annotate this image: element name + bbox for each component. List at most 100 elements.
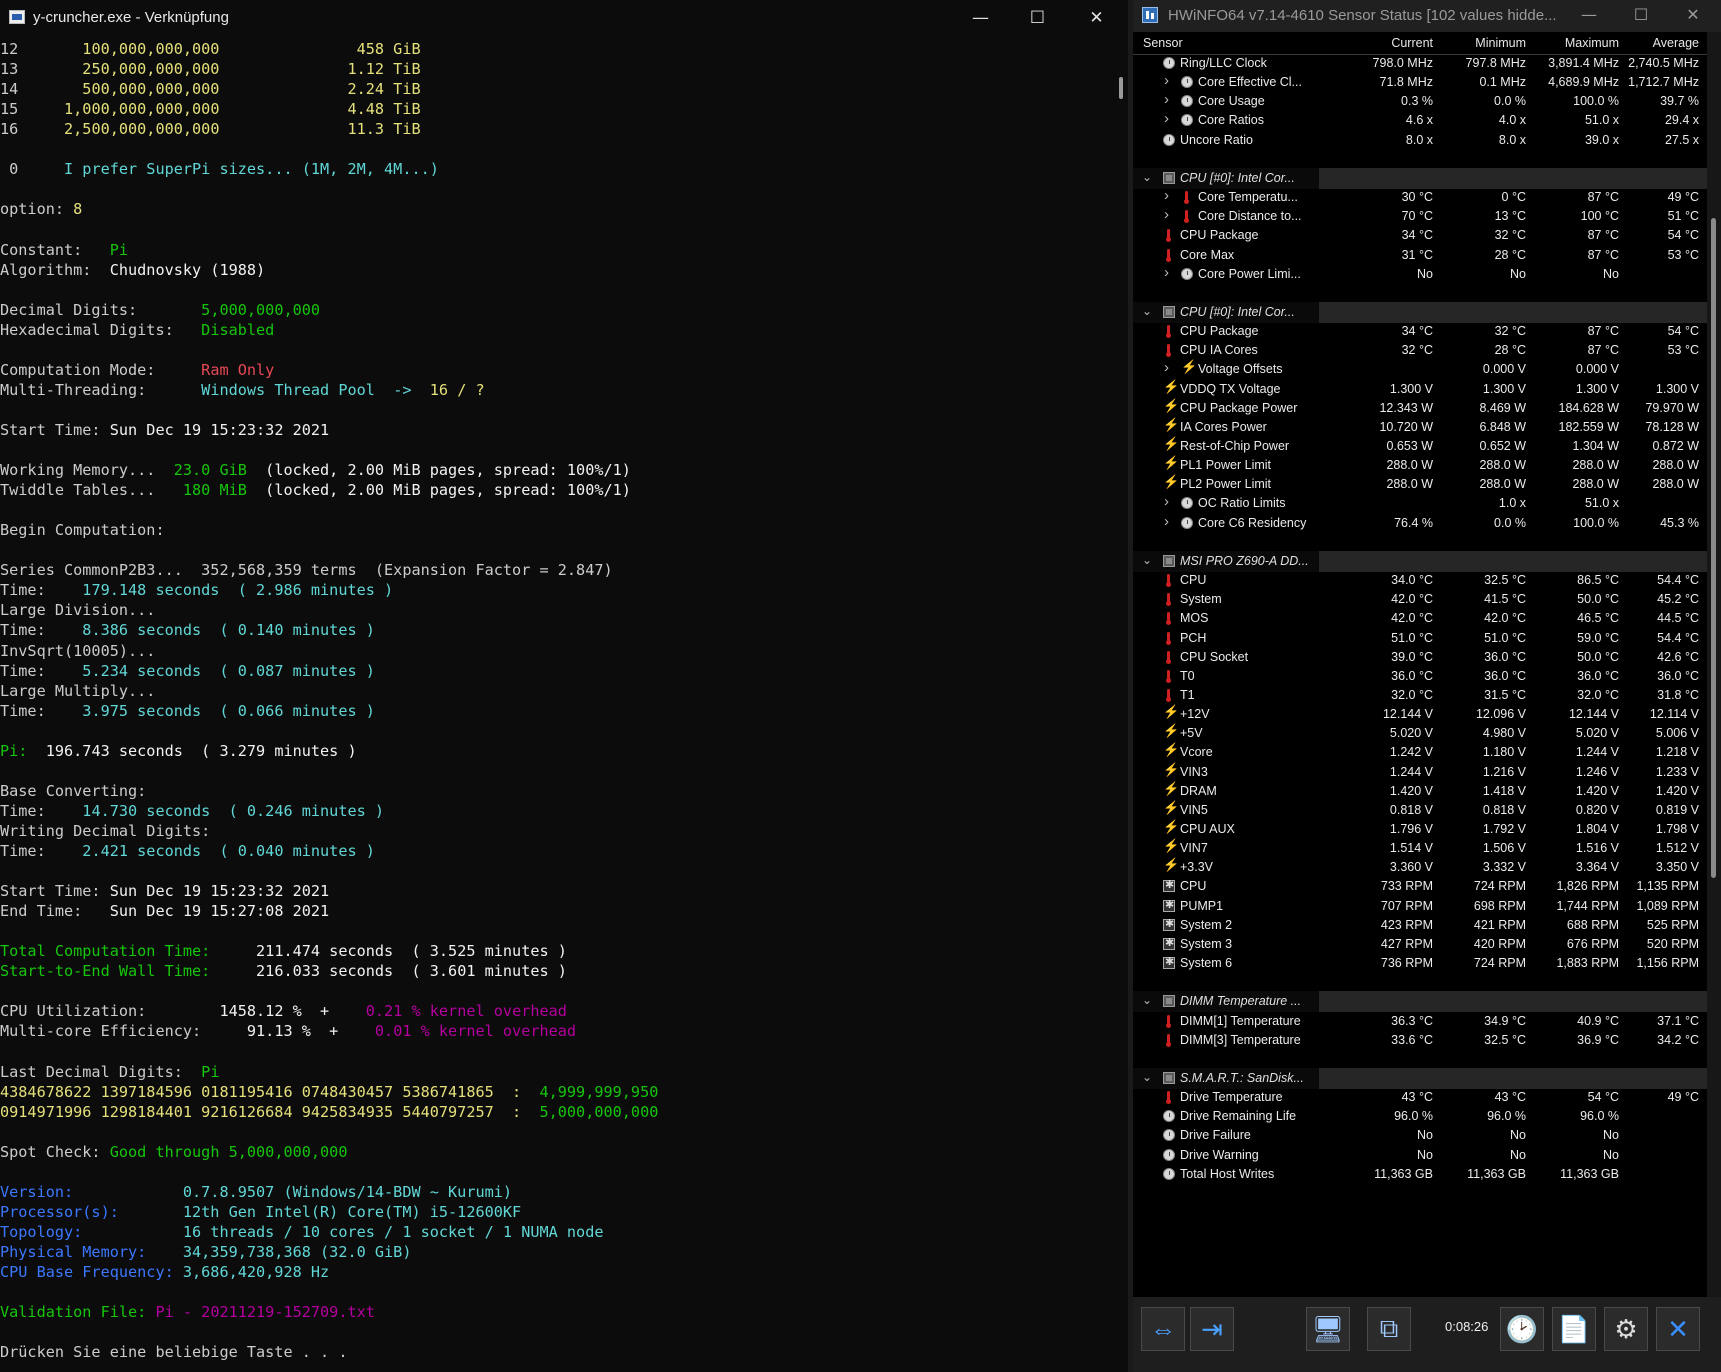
sensor-row[interactable]: › Core Effective Cl... 71.8 MHz 0.1 MHz 4,68… (1133, 72, 1707, 93)
sensor-row[interactable]: CPU IA Cores 32 °C 28 °C 87 °C 53 °C (1133, 340, 1707, 361)
close-sensors-button[interactable]: ✕ (1656, 1307, 1700, 1351)
nav-back-forward-button[interactable]: ⇔ (1141, 1307, 1185, 1351)
value-maximum: 51.0 x (1584, 113, 1619, 128)
expand-chevron-icon[interactable]: › (1164, 493, 1169, 510)
close-button[interactable]: ✕ (1068, 0, 1125, 36)
value-maximum: 87 °C (1587, 343, 1619, 358)
sensor-group-row[interactable]: ⌄ S.M.A.R.T.: SanDisk... (1133, 1067, 1707, 1089)
sensor-group-row[interactable]: ⌄ DIMM Temperature ... (1133, 991, 1707, 1013)
hwinfo-maximize-button[interactable]: ☐ (1615, 0, 1667, 32)
sensor-row[interactable]: › Core Usage 0.3 % 0.0 % 100.0 % 39.7 % (1133, 91, 1707, 112)
collapse-chevron-icon[interactable]: ⌄ (1142, 553, 1152, 567)
sensor-row[interactable]: System 2 423 RPM 421 RPM 688 RPM 525 RPM (1133, 915, 1707, 936)
sensor-row[interactable]: › Core Distance to... 70 °C 13 °C 100 °C 51 °… (1133, 206, 1707, 227)
sensor-row[interactable]: ⚡ VIN7 1.514 V 1.506 V 1.516 V 1.512 V (1133, 838, 1707, 859)
sensor-row[interactable]: System 3 427 RPM 420 RPM 676 RPM 520 RPM (1133, 934, 1707, 955)
sensor-row[interactable]: › Core Ratios 4.6 x 4.0 x 51.0 x 29.4 x (1133, 110, 1707, 131)
expand-chevron-icon[interactable]: › (1164, 72, 1169, 89)
sensor-row[interactable]: › Core C6 Residency 76.4 % 0.0 % 100.0 % 45.3… (1133, 513, 1707, 534)
expand-chevron-icon[interactable]: › (1164, 264, 1169, 281)
sensor-row[interactable]: DIMM[1] Temperature 36.3 °C 34.9 °C 40.9 °C… (1133, 1011, 1707, 1032)
sensor-group-row[interactable]: ⌄ CPU [#0]: Intel Cor... (1133, 301, 1707, 323)
collapse-chevron-icon[interactable]: ⌄ (1142, 1070, 1152, 1084)
sensor-group-row[interactable]: ⌄ CPU [#0]: Intel Cor... (1133, 167, 1707, 189)
expand-chevron-icon[interactable]: › (1164, 206, 1169, 223)
col-maximum[interactable]: Maximum (1533, 36, 1619, 50)
sensor-row[interactable]: DIMM[3] Temperature 33.6 °C 32.5 °C 36.9 °C… (1133, 1030, 1707, 1051)
sensor-row[interactable]: › Core Power Limi... No No No (1133, 264, 1707, 285)
log-file-button[interactable]: 📄 (1552, 1307, 1596, 1351)
hwinfo-scrollbar[interactable] (1707, 32, 1721, 1297)
sensor-row[interactable]: › Core Temperatu... 30 °C 0 °C 87 °C 49 °C (1133, 187, 1707, 208)
hwinfo-close-button[interactable]: ✕ (1667, 0, 1719, 32)
sensor-row[interactable]: Drive Warning No No No (1133, 1145, 1707, 1166)
minimize-button[interactable]: — (952, 0, 1009, 36)
sensor-row[interactable]: Total Host Writes 11,363 GB 11,363 GB 11,36… (1133, 1164, 1707, 1185)
terminal-line: Computation Mode: Ram Only (0, 360, 274, 380)
sensor-row[interactable]: ⚡ DRAM 1.420 V 1.418 V 1.420 V 1.420 V (1133, 781, 1707, 802)
col-sensor[interactable]: Sensor (1143, 36, 1183, 50)
value-minimum: 420 RPM (1473, 936, 1526, 951)
sensor-row[interactable]: System 6 736 RPM 724 RPM 1,883 RPM 1,156 RPM (1133, 953, 1707, 974)
sensor-row[interactable]: ⚡ CPU Package Power 12.343 W 8.469 W 184.628… (1133, 398, 1707, 419)
terminal-output[interactable]: 12 100,000,000,000 458 GiB 13 250,000,000… (0, 37, 1114, 1372)
sensor-group-row[interactable]: ⌄ MSI PRO Z690-A DD... (1133, 550, 1707, 572)
settings-button[interactable]: ⚙ (1604, 1307, 1648, 1351)
sensor-row[interactable]: T1 32.0 °C 31.5 °C 32.0 °C 31.8 °C (1133, 685, 1707, 706)
collapse-chevron-icon[interactable]: ⌄ (1142, 170, 1152, 184)
collapse-chevron-icon[interactable]: ⌄ (1142, 304, 1152, 318)
sensor-row[interactable]: ⚡ PL1 Power Limit 288.0 W 288.0 W 288.0 W 288… (1133, 455, 1707, 476)
collapse-button[interactable]: ⇥ (1190, 1307, 1234, 1351)
sensor-row[interactable]: ⚡ Vcore 1.242 V 1.180 V 1.244 V 1.218 V (1133, 742, 1707, 763)
sensor-row[interactable]: Drive Temperature 43 °C 43 °C 54 °C 49 °C (1133, 1087, 1707, 1108)
sensor-row[interactable]: System 42.0 °C 41.5 °C 50.0 °C 45.2 °C (1133, 589, 1707, 610)
expand-chevron-icon[interactable]: › (1164, 91, 1169, 108)
sensor-row[interactable]: CPU Package 34 °C 32 °C 87 °C 54 °C (1133, 225, 1707, 246)
collapse-chevron-icon[interactable]: ⌄ (1142, 993, 1152, 1007)
sensor-row[interactable]: CPU Socket 39.0 °C 36.0 °C 50.0 °C 42.6 °C (1133, 647, 1707, 668)
maximize-button[interactable]: ☐ (1009, 0, 1066, 36)
terminal-titlebar[interactable]: y-cruncher.exe - Verknüpfung — ☐ ✕ (0, 0, 1128, 37)
hwinfo-titlebar[interactable]: HWiNFO64 v7.14-4610 Sensor Status [102 v… (1133, 0, 1721, 32)
sensor-row[interactable]: CPU 34.0 °C 32.5 °C 86.5 °C 54.4 °C (1133, 570, 1707, 591)
sensor-row[interactable]: Uncore Ratio 8.0 x 8.0 x 39.0 x 27.5 x (1133, 130, 1707, 151)
sensor-row[interactable]: › ⚡ Voltage Offsets 0.000 V 0.000 V (1133, 359, 1707, 380)
sensor-table[interactable]: Sensor Current Minimum Maximum Average R… (1133, 32, 1707, 1297)
sensor-row[interactable]: Drive Failure No No No (1133, 1125, 1707, 1146)
sensor-row[interactable]: ⚡ Rest-of-Chip Power 0.653 W 0.652 W 1.304 W… (1133, 436, 1707, 457)
sensor-row[interactable]: T0 36.0 °C 36.0 °C 36.0 °C 36.0 °C (1133, 666, 1707, 687)
sensor-row[interactable]: ⚡ +5V 5.020 V 4.980 V 5.020 V 5.006 V (1133, 723, 1707, 744)
expand-chevron-icon[interactable]: › (1164, 359, 1169, 376)
sensor-row[interactable]: CPU Package 34 °C 32 °C 87 °C 54 °C (1133, 321, 1707, 342)
expand-chevron-icon[interactable]: › (1164, 513, 1169, 530)
sensor-row[interactable]: ⚡ +12V 12.144 V 12.096 V 12.144 V 12.114 V (1133, 704, 1707, 725)
sensor-row[interactable]: ⚡ CPU AUX 1.796 V 1.792 V 1.804 V 1.798 V (1133, 819, 1707, 840)
expand-chevron-icon[interactable]: › (1164, 110, 1169, 127)
sensor-row[interactable]: ⚡ VIN3 1.244 V 1.216 V 1.246 V 1.233 V (1133, 762, 1707, 783)
sensor-row[interactable]: ⚡ PL2 Power Limit 288.0 W 288.0 W 288.0 W 288… (1133, 474, 1707, 495)
col-current[interactable]: Current (1347, 36, 1433, 50)
value-minimum: 6.848 W (1479, 419, 1526, 434)
scrollbar-thumb[interactable] (1711, 218, 1716, 878)
clock-reset-button[interactable]: 🕑 (1500, 1307, 1544, 1351)
scrollbar-thumb[interactable] (1119, 77, 1123, 99)
sensor-row[interactable]: ⚡ VDDQ TX Voltage 1.300 V 1.300 V 1.300 V 1.3… (1133, 379, 1707, 400)
sensor-row[interactable]: Drive Remaining Life 96.0 % 96.0 % 96.0 % (1133, 1106, 1707, 1127)
col-average[interactable]: Average (1613, 36, 1699, 50)
network-pc-button[interactable]: 🖥 (1306, 1307, 1350, 1351)
remote-button[interactable]: ⧉ (1367, 1307, 1411, 1351)
sensor-row[interactable]: Core Max 31 °C 28 °C 87 °C 53 °C (1133, 245, 1707, 266)
sensor-row[interactable]: › OC Ratio Limits 1.0 x 51.0 x (1133, 493, 1707, 514)
expand-chevron-icon[interactable]: › (1164, 187, 1169, 204)
sensor-row[interactable]: ⚡ +3.3V 3.360 V 3.332 V 3.364 V 3.350 V (1133, 857, 1707, 878)
sensor-row[interactable]: Ring/LLC Clock 798.0 MHz 797.8 MHz 3,891.4 … (1133, 53, 1707, 74)
sensor-row[interactable]: ⚡ VIN5 0.818 V 0.818 V 0.820 V 0.819 V (1133, 800, 1707, 821)
sensor-row[interactable]: CPU 733 RPM 724 RPM 1,826 RPM 1,135 RPM (1133, 876, 1707, 897)
sensor-row[interactable]: MOS 42.0 °C 42.0 °C 46.5 °C 44.5 °C (1133, 608, 1707, 629)
terminal-scrollbar[interactable] (1114, 37, 1128, 1372)
hwinfo-minimize-button[interactable]: — (1563, 0, 1615, 32)
sensor-row[interactable]: PUMP1 707 RPM 698 RPM 1,744 RPM 1,089 RPM (1133, 896, 1707, 917)
col-minimum[interactable]: Minimum (1440, 36, 1526, 50)
sensor-row[interactable]: ⚡ IA Cores Power 10.720 W 6.848 W 182.559 W 7… (1133, 417, 1707, 438)
sensor-row[interactable]: PCH 51.0 °C 51.0 °C 59.0 °C 54.4 °C (1133, 628, 1707, 649)
